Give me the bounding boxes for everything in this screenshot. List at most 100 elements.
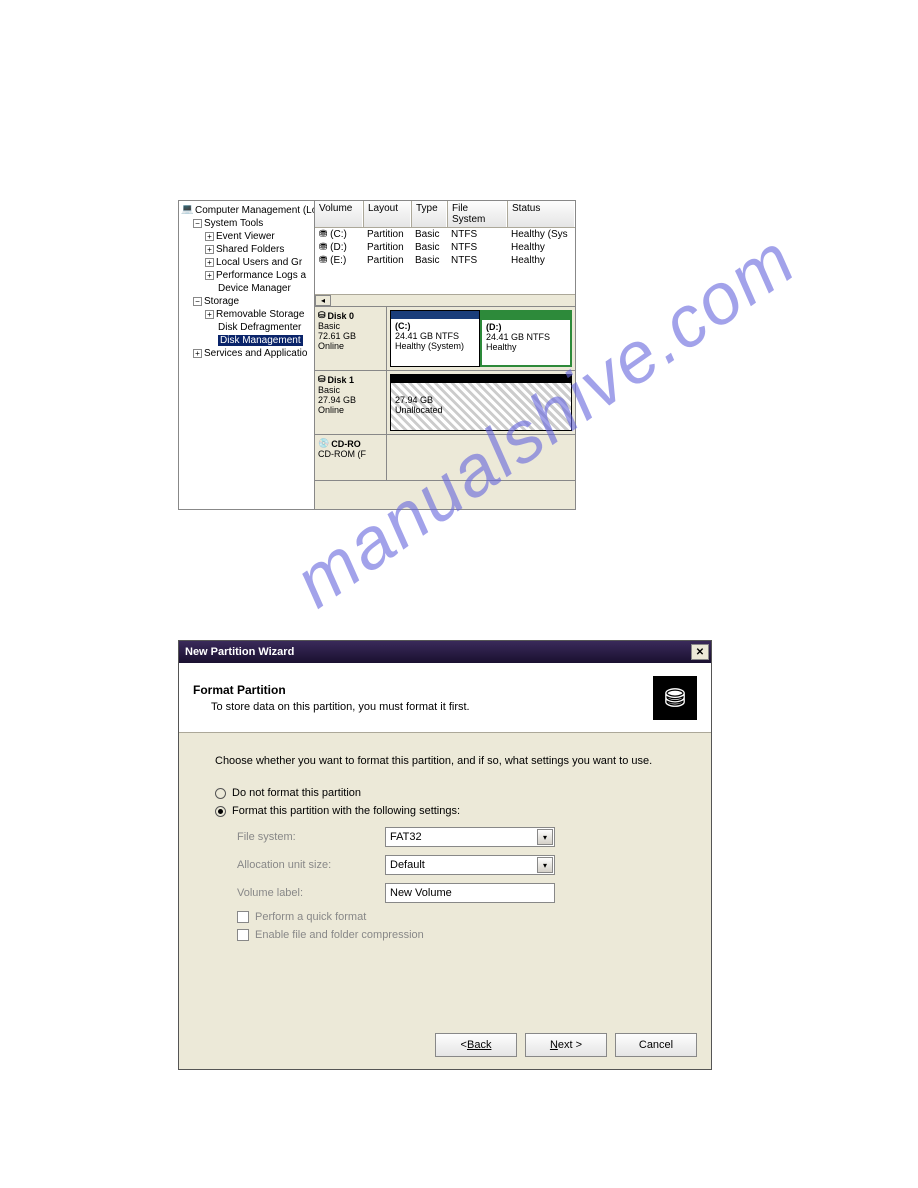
type: Basic: [411, 242, 447, 253]
tree-item[interactable]: +Event Viewer: [181, 230, 312, 243]
expand-icon[interactable]: +: [205, 310, 214, 319]
cancel-button[interactable]: Cancel: [615, 1033, 697, 1057]
radio-icon: [215, 806, 226, 817]
col-layout[interactable]: Layout: [363, 201, 411, 227]
radio-label: Do not format this partition: [232, 787, 361, 799]
tree-label-selected: Disk Management: [218, 335, 303, 346]
layout: Partition: [363, 229, 411, 240]
drive-icon: ⛃: [319, 255, 327, 266]
scroll-left-icon[interactable]: ◂: [315, 295, 331, 306]
wizard-header: Format Partition To store data on this p…: [179, 663, 711, 733]
back-button[interactable]: < Back: [435, 1033, 517, 1057]
col-type[interactable]: Type: [411, 201, 447, 227]
disk-management-window: 💻 Computer Management (Lo − System Tools…: [178, 200, 576, 510]
computer-icon: 💻: [181, 204, 193, 216]
collapse-icon[interactable]: −: [193, 297, 202, 306]
combo-allocation[interactable]: Default ▾: [385, 855, 555, 875]
disk-title: Disk 0: [328, 311, 355, 321]
tree-item[interactable]: +Removable Storage: [181, 308, 312, 321]
table-row[interactable]: ⛃ (C:) Partition Basic NTFS Healthy (Sys: [315, 228, 575, 241]
table-row[interactable]: ⛃ (D:) Partition Basic NTFS Healthy: [315, 241, 575, 254]
disk-icon: ⛁: [318, 374, 326, 385]
collapse-icon[interactable]: −: [193, 219, 202, 228]
disk-state: Online: [318, 341, 383, 351]
wizard-footer: < Back Next > Cancel: [435, 1033, 697, 1057]
label-allocation: Allocation unit size:: [237, 859, 377, 871]
chevron-down-icon[interactable]: ▾: [537, 829, 553, 845]
expand-icon[interactable]: +: [193, 349, 202, 358]
expand-icon[interactable]: +: [205, 258, 214, 267]
partition-c[interactable]: (C:) 24.41 GB NTFS Healthy (System): [390, 310, 480, 367]
status: Healthy: [507, 242, 575, 253]
layout: Partition: [363, 242, 411, 253]
tree-label: Performance Logs a: [216, 270, 306, 281]
wizard-titlebar: New Partition Wizard ✕: [179, 641, 711, 663]
label-volumelabel: Volume label:: [237, 887, 377, 899]
input-value: New Volume: [390, 887, 452, 899]
checkbox-label: Enable file and folder compression: [255, 929, 424, 941]
type: Basic: [411, 255, 447, 266]
disk-graph-pane: ⛁Disk 0 Basic 72.61 GB Online (C:) 24.41…: [315, 306, 575, 509]
close-icon: ✕: [696, 647, 704, 658]
partition-unallocated[interactable]: 27.94 GB Unallocated: [390, 374, 572, 431]
part-size: 24.41 GB NTFS: [395, 331, 475, 341]
tree-label: Disk Defragmenter: [218, 322, 301, 333]
disk-row: 💿CD-RO CD-ROM (F: [315, 435, 575, 481]
tree-item[interactable]: Device Manager: [181, 282, 312, 295]
expand-icon[interactable]: +: [205, 271, 214, 280]
next-button[interactable]: Next >: [525, 1033, 607, 1057]
fs: NTFS: [447, 229, 507, 240]
expand-icon[interactable]: +: [205, 245, 214, 254]
checkbox-icon: [237, 911, 249, 923]
tree-systools[interactable]: − System Tools: [181, 217, 312, 230]
tree-item[interactable]: +Shared Folders: [181, 243, 312, 256]
disk0-info[interactable]: ⛁Disk 0 Basic 72.61 GB Online: [315, 307, 387, 370]
col-volume[interactable]: Volume: [315, 201, 363, 227]
radio-icon: [215, 788, 226, 799]
col-fs[interactable]: File System: [447, 201, 507, 227]
table-row[interactable]: ⛃ (E:) Partition Basic NTFS Healthy: [315, 254, 575, 267]
disk-size: 27.94 GB: [318, 395, 383, 405]
label-filesystem: File system:: [237, 831, 377, 843]
col-status[interactable]: Status: [507, 201, 575, 227]
tree-root[interactable]: 💻 Computer Management (Lo: [181, 203, 312, 217]
wizard-heading: Format Partition: [193, 683, 470, 697]
tree-item[interactable]: +Performance Logs a: [181, 269, 312, 282]
wizard-body: Choose whether you want to format this p…: [179, 733, 711, 969]
radio-noformat[interactable]: Do not format this partition: [215, 787, 675, 799]
vol: (E:): [330, 255, 346, 266]
chevron-down-icon[interactable]: ▾: [537, 857, 553, 873]
disk-row: ⛁Disk 0 Basic 72.61 GB Online (C:) 24.41…: [315, 307, 575, 371]
disk1-info[interactable]: ⛁Disk 1 Basic 27.94 GB Online: [315, 371, 387, 434]
input-volumelabel[interactable]: New Volume: [385, 883, 555, 903]
fs: NTFS: [447, 242, 507, 253]
checkbox-label: Perform a quick format: [255, 911, 366, 923]
disk-title: Disk 1: [328, 375, 355, 385]
type: Basic: [411, 229, 447, 240]
h-scrollbar[interactable]: ◂: [315, 294, 575, 306]
wizard-window: New Partition Wizard ✕ Format Partition …: [178, 640, 712, 1070]
combo-value: Default: [390, 859, 425, 871]
partition-d[interactable]: (D:) 24.41 GB NTFS Healthy: [480, 310, 572, 367]
checkbox-quickformat[interactable]: Perform a quick format: [237, 911, 675, 923]
tree-storage[interactable]: − Storage: [181, 295, 312, 308]
nav-tree[interactable]: 💻 Computer Management (Lo − System Tools…: [179, 201, 315, 509]
combo-filesystem[interactable]: FAT32 ▾: [385, 827, 555, 847]
radio-format[interactable]: Format this partition with the following…: [215, 805, 675, 817]
tree-item[interactable]: Disk Defragmenter: [181, 321, 312, 334]
disk-row: ⛁Disk 1 Basic 27.94 GB Online 27.94 GB U…: [315, 371, 575, 435]
part-label: (D:): [486, 322, 502, 332]
close-button[interactable]: ✕: [691, 644, 709, 660]
combo-value: FAT32: [390, 831, 422, 843]
tree-diskmgmt[interactable]: Disk Management: [181, 334, 312, 347]
disk-state: Online: [318, 405, 383, 415]
checkbox-compression[interactable]: Enable file and folder compression: [237, 929, 675, 941]
fs: NTFS: [447, 255, 507, 266]
disk-content-pane: Volume Layout Type File System Status ⛃ …: [315, 201, 575, 509]
disk-icon: ⛁: [318, 310, 326, 321]
expand-icon[interactable]: +: [205, 232, 214, 241]
cdrom-info[interactable]: 💿CD-RO CD-ROM (F: [315, 435, 387, 480]
tree-item[interactable]: +Local Users and Gr: [181, 256, 312, 269]
disk-size: 72.61 GB: [318, 331, 383, 341]
tree-services[interactable]: + Services and Applicatio: [181, 347, 312, 360]
